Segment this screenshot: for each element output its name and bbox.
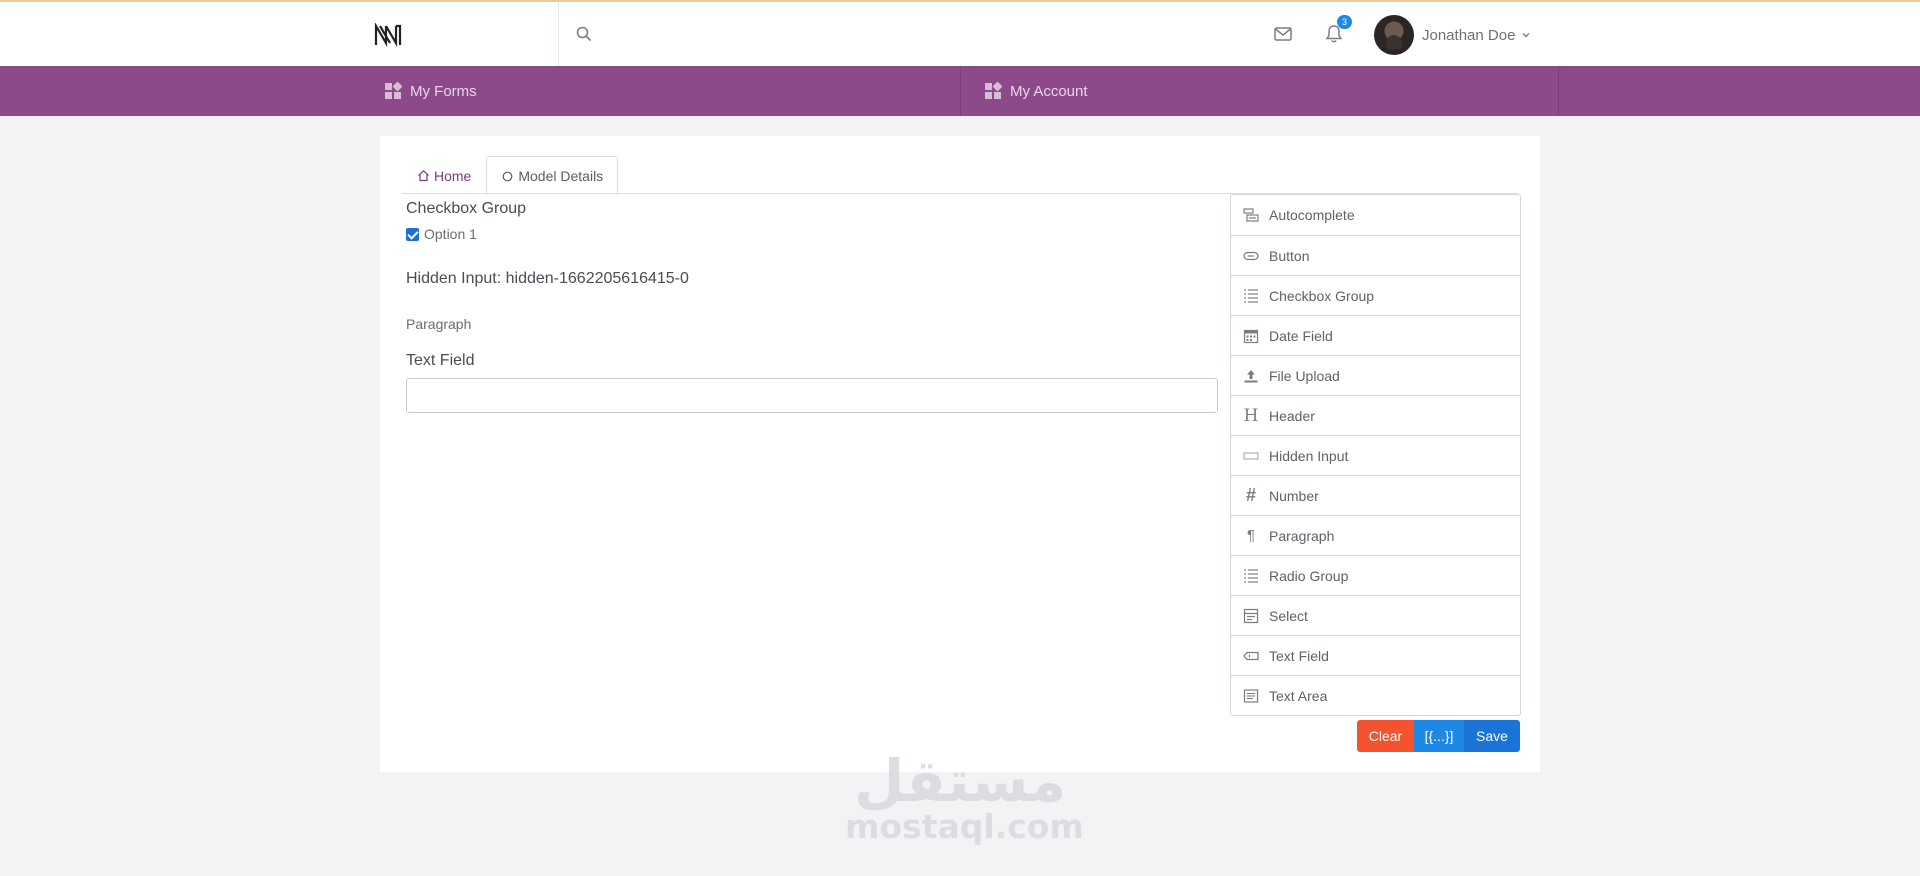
nav-item-my-account[interactable]: My Account xyxy=(984,66,1088,116)
hidden-input-icon xyxy=(1243,448,1259,464)
chevron-down-icon xyxy=(1522,33,1530,38)
control-checkbox-group[interactable]: Checkbox Group xyxy=(1231,275,1520,315)
text-field-input[interactable] xyxy=(406,378,1218,413)
control-date-field[interactable]: Date Field xyxy=(1231,315,1520,355)
control-label: Checkbox Group xyxy=(1269,287,1375,304)
control-text-field[interactable]: Text Field xyxy=(1231,635,1520,675)
search-icon[interactable] xyxy=(576,26,592,42)
control-radio-group[interactable]: Radio Group xyxy=(1231,555,1520,595)
control-label: Text Area xyxy=(1269,687,1328,704)
logo-icon[interactable] xyxy=(374,23,402,47)
tab-label: Home xyxy=(434,167,472,184)
watermark-arabic: مستقل xyxy=(853,747,1067,815)
control-label: Date Field xyxy=(1269,327,1333,344)
control-paragraph[interactable]: ¶ Paragraph xyxy=(1231,515,1520,555)
control-label: Number xyxy=(1269,487,1319,504)
control-text-area[interactable]: Text Area xyxy=(1231,675,1520,715)
calendar-icon xyxy=(1243,328,1259,344)
nav-item-label: My Account xyxy=(1010,82,1088,100)
user-menu[interactable]: Jonathan Doe xyxy=(1374,15,1531,55)
tab-label: Model Details xyxy=(518,168,604,184)
control-number[interactable]: # Number xyxy=(1231,475,1520,515)
radio-list-icon xyxy=(1243,568,1259,584)
control-label: Paragraph xyxy=(1269,527,1335,544)
dashboard-icon xyxy=(985,82,1002,99)
control-label: Hidden Input xyxy=(1269,447,1349,464)
control-label: Radio Group xyxy=(1269,567,1349,584)
hash-icon: # xyxy=(1245,485,1256,505)
checkbox-option[interactable]: Option 1 xyxy=(406,226,1218,242)
avatar[interactable] xyxy=(1374,15,1414,55)
control-select[interactable]: Select xyxy=(1231,595,1520,635)
dashboard-icon xyxy=(385,82,402,99)
checkbox-group-label: Checkbox Group xyxy=(406,200,527,217)
upload-icon xyxy=(1243,368,1259,384)
nav-divider xyxy=(1558,66,1559,116)
nav-item-label: My Forms xyxy=(410,82,477,100)
form-actions: Clear [{...}] Save xyxy=(1357,720,1520,752)
control-label: Select xyxy=(1269,607,1308,624)
control-hidden-input[interactable]: Hidden Input xyxy=(1231,435,1520,475)
paragraph-text: Paragraph xyxy=(406,316,472,332)
select-icon xyxy=(1243,608,1259,624)
control-palette: Autocomplete Button Checkbox Group Date … xyxy=(1230,194,1521,716)
hidden-input-display: Hidden Input: hidden-1662205616415-0 xyxy=(406,270,689,287)
text-field-label: Text Field xyxy=(406,352,475,369)
watermark: مستقل mostaql.com xyxy=(845,746,1084,846)
control-label: File Upload xyxy=(1269,367,1340,384)
control-file-upload[interactable]: File Upload xyxy=(1231,355,1520,395)
tab-model-details[interactable]: Model Details xyxy=(486,156,619,195)
view-json-button[interactable]: [{...}] xyxy=(1414,720,1464,752)
mail-icon[interactable] xyxy=(1274,26,1292,42)
nav-divider xyxy=(960,66,961,116)
control-label: Header xyxy=(1269,407,1315,424)
text-area-icon xyxy=(1243,688,1259,704)
watermark-latin: mostaql.com xyxy=(845,807,1084,846)
control-label: Button xyxy=(1269,247,1310,264)
header-icon: H xyxy=(1243,405,1259,426)
autocomplete-icon xyxy=(1243,207,1259,223)
logo-divider xyxy=(558,2,559,66)
user-name: Jonathan Doe xyxy=(1422,26,1516,44)
tab-bar: Home Model Details xyxy=(402,156,619,195)
checkbox-list-icon xyxy=(1243,288,1259,304)
notification-badge: 3 xyxy=(1337,15,1352,29)
home-icon xyxy=(418,169,429,182)
control-button[interactable]: Button xyxy=(1231,235,1520,275)
button-icon xyxy=(1243,248,1259,264)
form-builder-card: Home Model Details Checkbox Group Option… xyxy=(380,136,1540,772)
nav-item-my-forms[interactable]: My Forms xyxy=(384,66,477,116)
checkbox-option-label: Option 1 xyxy=(424,226,477,242)
tab-home[interactable]: Home xyxy=(402,156,486,194)
clear-button[interactable]: Clear xyxy=(1357,720,1414,752)
text-field-icon xyxy=(1243,648,1259,664)
control-label: Autocomplete xyxy=(1269,207,1355,223)
pilcrow-icon: ¶ xyxy=(1246,527,1256,544)
circle-icon xyxy=(502,171,513,181)
form-canvas[interactable]: Checkbox Group Option 1 Hidden Input: hi… xyxy=(406,200,1218,413)
save-button[interactable]: Save xyxy=(1464,720,1520,752)
control-label: Text Field xyxy=(1269,647,1329,664)
control-autocomplete[interactable]: Autocomplete xyxy=(1231,195,1520,235)
control-header[interactable]: H Header xyxy=(1231,395,1520,435)
main-nav: My Forms My Account xyxy=(0,66,1920,116)
checkbox-checked[interactable] xyxy=(406,227,419,241)
top-bar: 3 Jonathan Doe xyxy=(0,2,1920,66)
